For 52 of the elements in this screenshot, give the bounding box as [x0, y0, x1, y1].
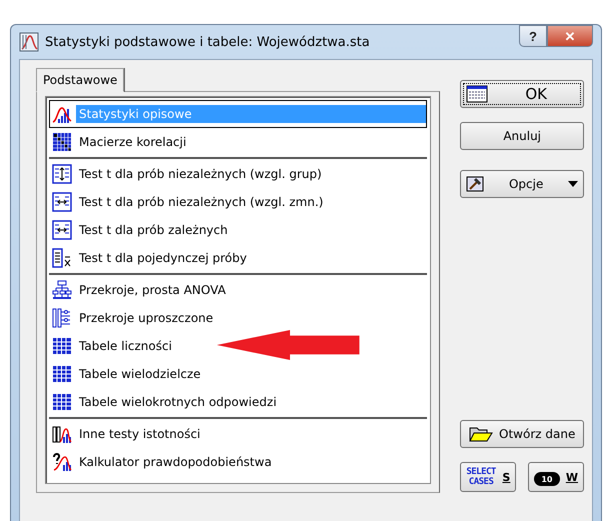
- branch-list-icon: [52, 308, 72, 328]
- list-item[interactable]: Tabele wielodzielcze: [49, 360, 428, 388]
- select-cases-icon: SELECT CASES: [466, 467, 496, 487]
- item-label: Przekroje uproszczone: [78, 310, 214, 327]
- item-label: Przekroje, prosta ANOVA: [78, 282, 227, 299]
- item-label: Statystyki opisowe: [76, 105, 426, 123]
- list-item[interactable]: Test t dla prób niezależnych (wzgl. zmn.): [49, 188, 428, 216]
- dropdown-caret-icon: [568, 181, 578, 187]
- item-label: Test t dla prób zależnych: [78, 222, 229, 239]
- bars-curve-icon: [52, 424, 72, 444]
- ok-button[interactable]: OK: [460, 80, 584, 108]
- list-item[interactable]: Kalkulator prawdopodobieństwa: [49, 448, 428, 476]
- hierarchy-icon: [52, 280, 72, 300]
- item-label: Inne testy istotności: [78, 426, 202, 443]
- help-button[interactable]: ?: [519, 25, 547, 47]
- list-item[interactable]: Macierze korelacji: [49, 128, 428, 156]
- horizontal-arrows-table-icon: [52, 220, 72, 240]
- weight-icon: 10: [534, 472, 560, 486]
- list-item[interactable]: Tabele wielokrotnych odpowiedzi: [49, 388, 428, 416]
- matrix-icon: [52, 132, 72, 152]
- list-item[interactable]: Przekroje, prosta ANOVA: [49, 276, 428, 304]
- list-xbar-icon: [52, 248, 72, 268]
- grid-table-icon: [52, 392, 72, 412]
- grid-table-icon: [52, 364, 72, 384]
- list-item[interactable]: Test t dla pojedynczej próby: [49, 244, 428, 272]
- question-curve-icon: [52, 452, 72, 472]
- item-label: Kalkulator prawdopodobieństwa: [78, 454, 273, 471]
- item-label: Macierze korelacji: [78, 134, 188, 151]
- open-data-button[interactable]: Otwórz dane: [460, 420, 584, 448]
- horizontal-arrows-table-icon: [52, 192, 72, 212]
- chart-app-icon: [19, 32, 39, 52]
- options-button[interactable]: Opcje: [460, 170, 584, 198]
- spreadsheet-icon: [466, 85, 488, 103]
- list-item[interactable]: Inne testy istotności: [49, 420, 428, 448]
- item-label: Test t dla prób niezależnych (wzgl. grup): [78, 166, 323, 183]
- weight-button[interactable]: 10 W: [528, 462, 584, 492]
- list-item[interactable]: Tabele liczności: [49, 332, 428, 360]
- list-item[interactable]: Test t dla prób zależnych: [49, 216, 428, 244]
- item-label: Test t dla pojedynczej próby: [78, 250, 248, 267]
- item-label: Tabele wielodzielcze: [78, 366, 202, 383]
- window-title: Statystyki podstawowe i tabele: Województwa.sta: [45, 34, 371, 50]
- grid-table-icon: [52, 336, 72, 356]
- item-label: Test t dla prób niezależnych (wzgl. zmn.): [78, 194, 324, 211]
- vertical-arrows-table-icon: [52, 164, 72, 184]
- list-item[interactable]: Test t dla prób niezależnych (wzgl. grup): [49, 160, 428, 188]
- cancel-button[interactable]: Anuluj: [460, 122, 584, 150]
- item-label: Tabele wielokrotnych odpowiedzi: [78, 394, 278, 411]
- list-item[interactable]: Przekroje uproszczone: [49, 304, 428, 332]
- tab[interactable]: Podstawowe: [36, 68, 124, 92]
- open-folder-icon: [469, 425, 494, 443]
- hammer-icon: [466, 176, 484, 192]
- item-label: Tabele liczności: [78, 338, 173, 355]
